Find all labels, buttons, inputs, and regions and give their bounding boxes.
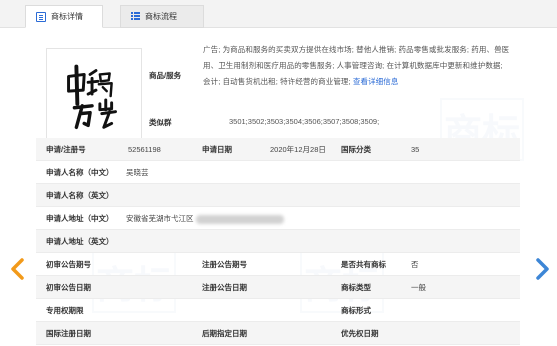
apply-date-label: 申请日期: [202, 145, 232, 154]
trademark-logo-image: [67, 64, 118, 130]
table-row: 申请人名称（中文） 吴晓芸: [36, 161, 520, 184]
shared-label: 是否共有商标: [341, 260, 386, 269]
later-label: 后期指定日期: [202, 329, 247, 338]
reg-no-label: 申请/注册号: [46, 145, 86, 154]
table-row: 国际注册日期 后期指定日期 优先权日期: [36, 322, 520, 345]
applicant-cn-value: 吴晓芸: [126, 168, 149, 177]
shared-value: 否: [411, 260, 419, 269]
goods-label: 商品/服务: [149, 71, 182, 80]
address-en-label: 申请人地址（英文）: [46, 237, 114, 246]
tab-trademark-details[interactable]: 商标详情: [25, 5, 103, 28]
applicant-cn-label: 申请人名称（中文）: [46, 168, 114, 177]
table-row: 申请/注册号 52561198 申请日期 2020年12月28日 国际分类 35: [36, 138, 520, 161]
tab-trademark-process[interactable]: 商标流程: [120, 5, 204, 28]
class-value: 35: [411, 145, 420, 154]
table-row: 申请人名称（英文）: [36, 184, 520, 207]
class-label: 国际分类: [341, 145, 371, 154]
table-row: 申请人地址（英文）: [36, 230, 520, 253]
chevron-left-icon[interactable]: [10, 258, 24, 280]
tab-label: 商标流程: [145, 12, 177, 21]
table-row: 专用权期限 商标形式: [36, 299, 520, 322]
tab-bar: 商标详情 商标流程: [0, 0, 557, 28]
intl-reg-label: 国际注册日期: [46, 329, 91, 338]
view-details-link[interactable]: 查看详细信息: [353, 77, 399, 86]
tm-type-label: 商标类型: [341, 283, 371, 292]
redacted-blur: [195, 214, 284, 224]
prelim-no-label: 初审公告期号: [46, 260, 91, 269]
address-cn-label: 申请人地址（中文）: [46, 214, 114, 223]
goods-services: 广告; 为商品和服务的买卖双方提供在线市场; 替他人推销; 药品零售或批发服务;…: [203, 42, 510, 90]
prelim-date-label: 初审公告日期: [46, 283, 91, 292]
similar-group-label: 类似群: [149, 118, 172, 127]
trademark-logo: [46, 48, 142, 144]
table-row: 初审公告期号 注册公告期号 是否共有商标 否: [36, 253, 520, 276]
table-row: 初审公告日期 注册公告日期 商标类型 一般: [36, 276, 520, 299]
tm-form-label: 商标形式: [341, 306, 371, 315]
document-icon: [36, 11, 46, 22]
reg-no-value: 52561198: [128, 145, 161, 154]
tm-type-value: 一般: [411, 283, 426, 292]
address-cn-value: 安徽省芜湖市弋江区: [126, 214, 194, 223]
trademark-detail-panel: 商品/服务 广告; 为商品和服务的买卖双方提供在线市场; 替他人推销; 药品零售…: [36, 28, 520, 346]
apply-date-value: 2020年12月28日: [270, 145, 326, 154]
priority-label: 优先权日期: [341, 329, 379, 338]
reg-pub-date-label: 注册公告日期: [202, 283, 247, 292]
exclusive-label: 专用权期限: [46, 306, 84, 315]
reg-pub-no-label: 注册公告期号: [202, 260, 247, 269]
similar-group-value: 3501;3502;3503;3504;3506;3507;3508;3509;: [229, 117, 380, 126]
chevron-right-icon[interactable]: [536, 258, 550, 280]
table-row: 申请人地址（中文） 安徽省芜湖市弋江区: [36, 207, 520, 230]
tab-label: 商标详情: [51, 12, 83, 21]
applicant-en-label: 申请人名称（英文）: [46, 191, 114, 200]
list-icon: [131, 12, 140, 21]
address-cn: 安徽省芜湖市弋江区: [126, 207, 284, 230]
